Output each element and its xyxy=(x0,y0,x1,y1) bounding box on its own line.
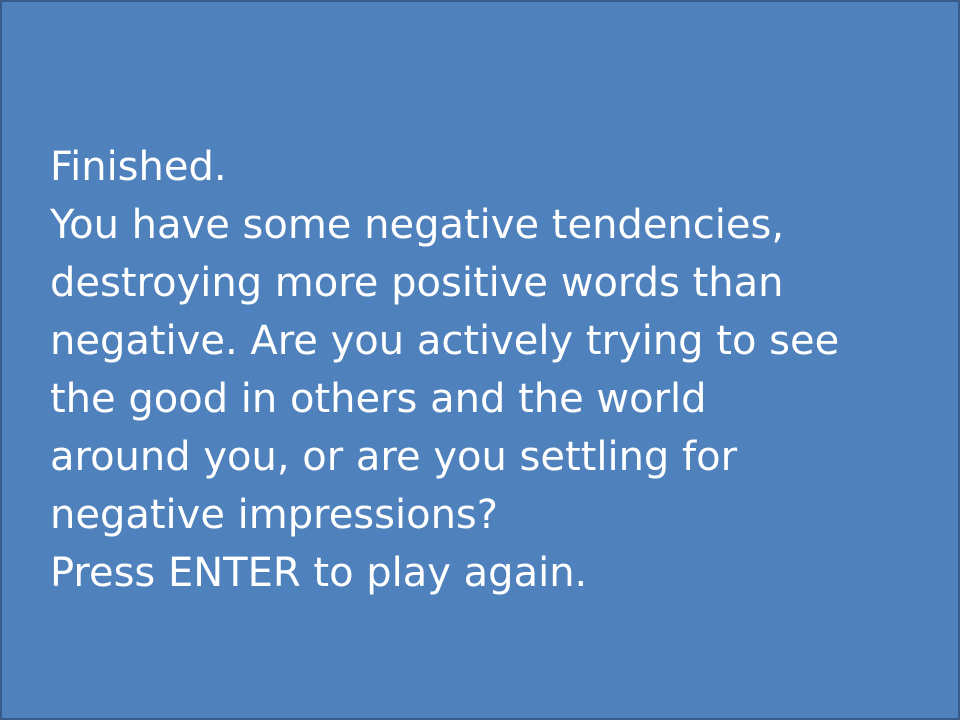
result-line: negative. Are you actively trying to see xyxy=(50,318,840,364)
result-line: the good in others and the world xyxy=(50,376,707,422)
result-line: destroying more positive words than xyxy=(50,260,784,306)
game-over-screen: Finished. You have some negative tendenc… xyxy=(0,0,960,720)
result-message: Finished. You have some negative tendenc… xyxy=(50,138,930,602)
result-line: negative impressions? xyxy=(50,492,498,538)
finished-title: Finished. xyxy=(50,144,227,190)
play-again-prompt: Press ENTER to play again. xyxy=(50,550,588,596)
result-line: around you, or are you settling for xyxy=(50,434,738,480)
result-line: You have some negative tendencies, xyxy=(50,202,785,248)
